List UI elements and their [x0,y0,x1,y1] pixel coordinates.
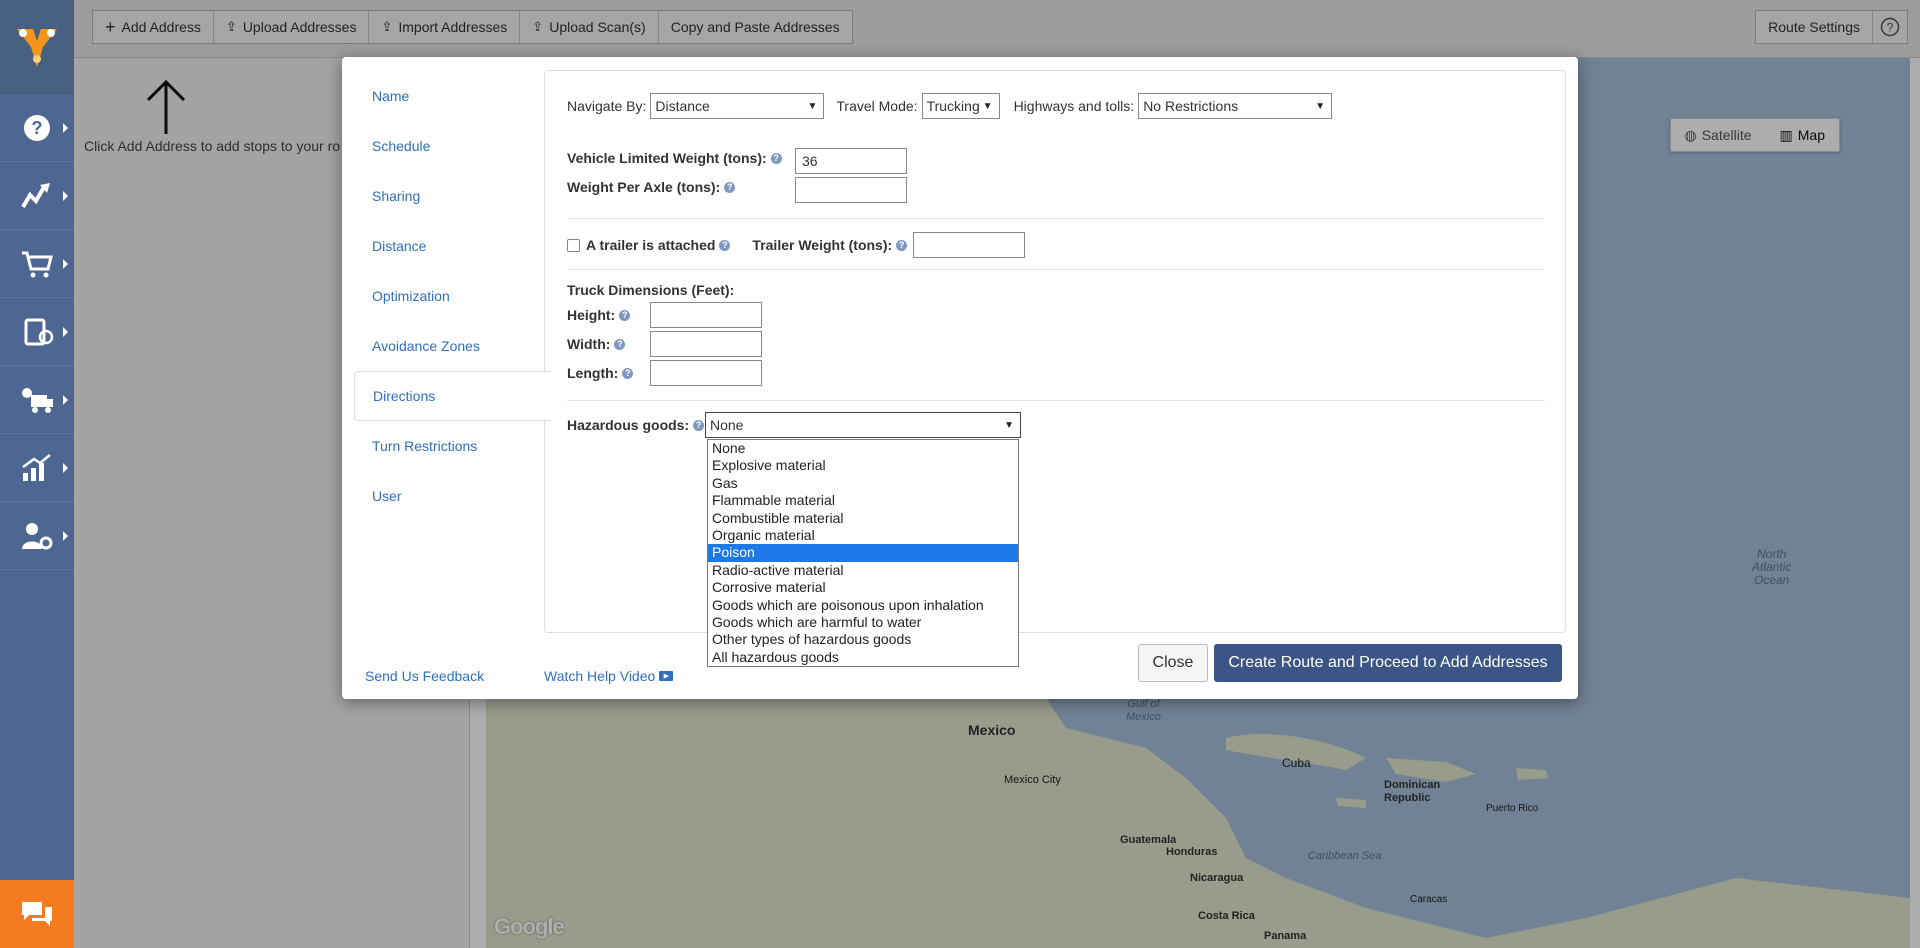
length-row: Length: ? [567,365,634,381]
hazardous-option[interactable]: Poison [708,544,1018,562]
highways-label: Highways and tolls: [1013,98,1135,114]
divider [567,269,1545,270]
hazardous-option[interactable]: Combustible material [708,510,1018,527]
nav-item-optimization[interactable]: Optimization [354,271,544,321]
help-icon[interactable]: ? [724,181,736,193]
trailer-weight-input[interactable] [913,232,1026,258]
width-row: Width: ? [567,336,626,352]
nav-item-sharing[interactable]: Sharing [354,171,544,221]
analytics-icon [22,453,51,481]
create-route-button[interactable]: Create Route and Proceed to Add Addresse… [1214,644,1562,682]
help-icon[interactable]: ? [896,239,908,251]
sidebar-analytics[interactable] [0,434,74,502]
weight-per-axle-input[interactable] [795,177,907,203]
hazardous-option[interactable]: Goods which are poisonous upon inhalatio… [708,597,1018,614]
hazardous-option[interactable]: Gas [708,475,1018,492]
address-book-icon [24,318,54,345]
navigate-by-label: Navigate By: [567,98,647,114]
trailer-label: A trailer is attached [586,237,716,253]
video-icon: ▶ [659,671,674,681]
nav-item-user[interactable]: User [354,471,544,521]
width-input[interactable] [650,331,762,357]
vehicle-weight-input[interactable]: 36 [795,148,907,174]
height-input[interactable] [650,302,762,328]
cart-icon [22,251,53,277]
dropdown-arrow-icon: ▼ [982,100,993,112]
sidebar-help[interactable]: ? [0,94,74,162]
settings-nav: Name Schedule Sharing Distance Optimizat… [354,71,550,521]
travel-mode-select[interactable]: Trucking ▼ [921,93,1000,119]
help-icon[interactable]: ? [622,367,634,379]
hazardous-option[interactable]: Explosive material [708,457,1018,474]
help-icon[interactable]: ? [770,152,782,164]
send-feedback-link[interactable]: Send Us Feedback [365,668,484,684]
user-settings-icon [22,522,53,549]
weight-per-axle-label: Weight Per Axle (tons): [567,179,721,195]
dropdown-arrow-icon: ▼ [1315,100,1326,112]
directions-panel: Navigate By: Distance ▼ Travel Mode: Tru… [544,70,1566,668]
truck-dimensions-label: Truck Dimensions (Feet): [567,282,735,298]
sidebar-address-book[interactable] [0,298,74,366]
sidebar-settings[interactable] [0,502,74,570]
highways-select[interactable]: No Restrictions ▼ [1138,93,1333,119]
help-icon[interactable]: ? [719,239,731,251]
route-settings-modal: Name Schedule Sharing Distance Optimizat… [342,57,1578,699]
trailer-checkbox[interactable] [567,238,580,252]
left-sidebar: ? [0,0,74,948]
chat-icon [22,902,52,926]
height-row: Height: ? [567,307,631,323]
hazardous-option[interactable]: All hazardous goods [708,649,1018,666]
divider [567,400,1545,401]
trailer-row: A trailer is attached ? Trailer Weight (… [567,232,1026,258]
hazardous-option[interactable]: Radio-active material [708,562,1018,579]
nav-item-schedule[interactable]: Schedule [354,121,544,171]
dropdown-arrow-icon: ▼ [1004,419,1014,431]
width-label: Width: [567,336,611,352]
height-label: Height: [567,307,616,323]
vehicle-weight-label: Vehicle Limited Weight (tons): [567,150,767,166]
navigation-row: Navigate By: Distance ▼ Travel Mode: Tru… [567,93,1333,119]
hazardous-option[interactable]: Flammable material [708,492,1018,509]
nav-item-directions[interactable]: Directions [354,371,550,421]
hazardous-option[interactable]: None [708,440,1018,457]
hazardous-option[interactable]: Corrosive material [708,579,1018,596]
help-icon[interactable]: ? [619,309,631,321]
divider [567,218,1545,219]
route-icon [21,182,50,208]
navigate-by-select[interactable]: Distance ▼ [650,93,825,119]
sidebar-orders[interactable] [0,230,74,298]
hazardous-option[interactable]: Organic material [708,527,1018,544]
weight-per-axle-row: Weight Per Axle (tons): ? [567,179,736,195]
nav-item-distance[interactable]: Distance [354,221,544,271]
help-icon[interactable]: ? [693,419,705,431]
sidebar-routes[interactable] [0,162,74,230]
chat-button[interactable] [0,880,74,948]
logo-icon [17,28,57,67]
vehicle-weight-row: Vehicle Limited Weight (tons): ? [567,150,782,166]
dropdown-arrow-icon: ▼ [807,100,818,112]
hazardous-label: Hazardous goods: [567,417,690,433]
sidebar-fleet[interactable] [0,366,74,434]
nav-item-name[interactable]: Name [354,71,544,121]
travel-mode-label: Travel Mode: [836,98,918,114]
close-button[interactable]: Close [1138,644,1208,682]
question-icon: ? [24,114,50,141]
help-icon[interactable]: ? [614,338,626,350]
hazardous-row: Hazardous goods: ? [567,417,705,433]
trailer-weight-label: Trailer Weight (tons): [752,237,893,253]
hazardous-option[interactable]: Goods which are harmful to water [708,614,1018,631]
hazardous-options-list: None Explosive material Gas Flammable mater… [707,439,1019,668]
svg-text:?: ? [32,118,43,138]
hazardous-select[interactable]: None ▼ [705,412,1021,438]
length-label: Length: [567,365,619,381]
app-logo[interactable] [0,0,74,94]
truck-icon [22,387,53,413]
nav-item-avoidance-zones[interactable]: Avoidance Zones [354,321,544,371]
hazardous-option[interactable]: Other types of hazardous goods [708,631,1018,648]
nav-item-turn-restrictions[interactable]: Turn Restrictions [354,421,544,471]
length-input[interactable] [650,360,762,386]
watch-help-video-link[interactable]: Watch Help Video ▶ [544,668,674,684]
